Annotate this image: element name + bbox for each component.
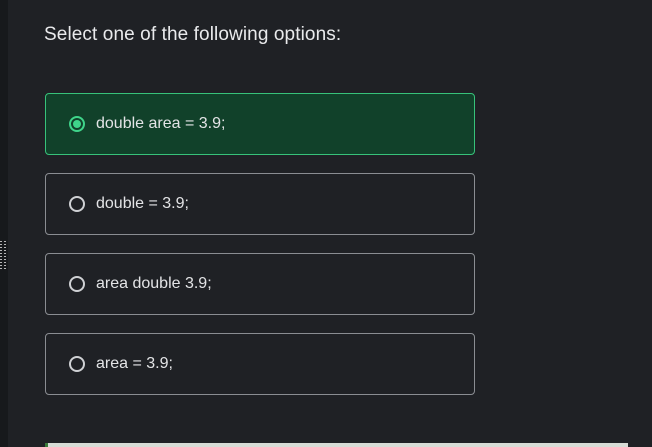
radio-unselected-icon[interactable] xyxy=(69,196,85,212)
option-1[interactable]: double area = 3.9; xyxy=(45,93,475,155)
radio-selected-icon[interactable] xyxy=(69,116,85,132)
option-label: area = 3.9; xyxy=(96,355,173,372)
radio-unselected-icon[interactable] xyxy=(69,276,85,292)
bottom-panel-edge xyxy=(45,443,628,447)
question-prompt: Select one of the following options: xyxy=(44,24,342,45)
left-panel-edge xyxy=(0,0,8,447)
radio-unselected-icon[interactable] xyxy=(69,356,85,372)
option-label: double = 3.9; xyxy=(96,195,189,212)
resize-handle-icon[interactable] xyxy=(0,241,6,271)
option-3[interactable]: area double 3.9; xyxy=(45,253,475,315)
option-label: area double 3.9; xyxy=(96,275,212,292)
option-2[interactable]: double = 3.9; xyxy=(45,173,475,235)
option-label: double area = 3.9; xyxy=(96,115,226,132)
option-4[interactable]: area = 3.9; xyxy=(45,333,475,395)
